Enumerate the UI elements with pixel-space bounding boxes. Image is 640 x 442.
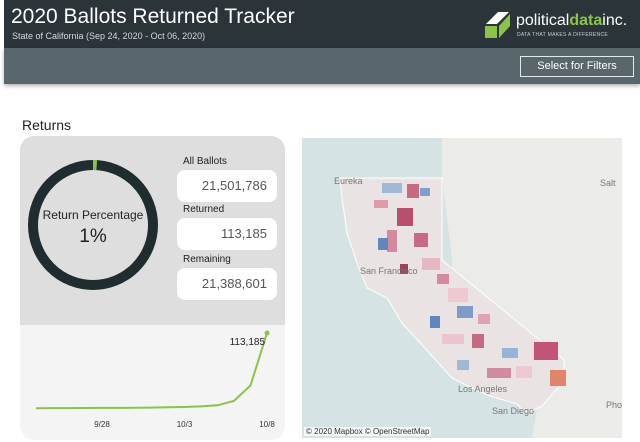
filter-bar: Select for Filters [4, 48, 640, 84]
page: 2020 Ballots Returned Tracker State of C… [0, 0, 640, 442]
returns-card: Return Percentage 1% All Ballots 21,501,… [20, 136, 285, 440]
page-subtitle: State of California (Sep 24, 2020 - Oct … [12, 31, 206, 41]
logo-mark-icon [485, 12, 510, 38]
company-logo[interactable]: politicaldatainc. DATA THAT MAKES A DIFF… [482, 8, 632, 42]
city-label-los-angeles: Los Angeles [458, 384, 508, 394]
all-ballots-label: All Ballots [183, 156, 227, 167]
remaining-value: 21,388,601 [177, 268, 277, 300]
returns-section-title: Returns [22, 117, 72, 133]
all-ballots-value: 21,501,786 [177, 170, 277, 202]
city-label-salt: Salt [600, 178, 616, 188]
last-value-label: 113,185 [230, 337, 266, 348]
select-filters-button[interactable]: Select for Filters [520, 56, 634, 77]
county-map[interactable]: Eureka San Francisco Los Angeles San Die… [302, 138, 622, 438]
logo-text: politicaldatainc. [516, 12, 627, 30]
page-title: 2020 Ballots Returned Tracker [11, 5, 295, 28]
city-label-san-diego: San Diego [492, 406, 535, 416]
x-tick-label: 10/3 [177, 420, 193, 429]
map-attribution[interactable]: © 2020 Mapbox © OpenStreetMap [304, 427, 432, 436]
remaining-label: Remaining [183, 254, 231, 265]
x-tick-label: 10/8 [259, 420, 275, 429]
ring-track [28, 160, 158, 290]
last-point-marker [264, 330, 270, 336]
return-percentage-ring [28, 160, 158, 290]
logo-tagline: DATA THAT MAKES A DIFFERENCE [517, 32, 609, 38]
city-label-pho: Pho [606, 400, 622, 410]
returns-trend-chart: 113,185 9/28 10/3 10/8 [35, 330, 275, 429]
return-percentage-value: 1% [79, 226, 107, 247]
ring-label: Return Percentage [42, 208, 144, 222]
city-label-eureka: Eureka [334, 176, 363, 186]
returns-summary: Return Percentage 1% All Ballots 21,501,… [20, 136, 285, 325]
header-bar: 2020 Ballots Returned Tracker State of C… [4, 0, 640, 48]
x-tick-label: 9/28 [94, 420, 110, 429]
logo-text-suffix: inc. [602, 12, 628, 29]
logo-text-plain: political [516, 12, 570, 29]
logo-text-accent: data [569, 12, 603, 29]
returned-value: 113,185 [177, 218, 277, 250]
city-label-san-francisco: San Francisco [360, 266, 418, 276]
returned-label: Returned [183, 204, 225, 215]
